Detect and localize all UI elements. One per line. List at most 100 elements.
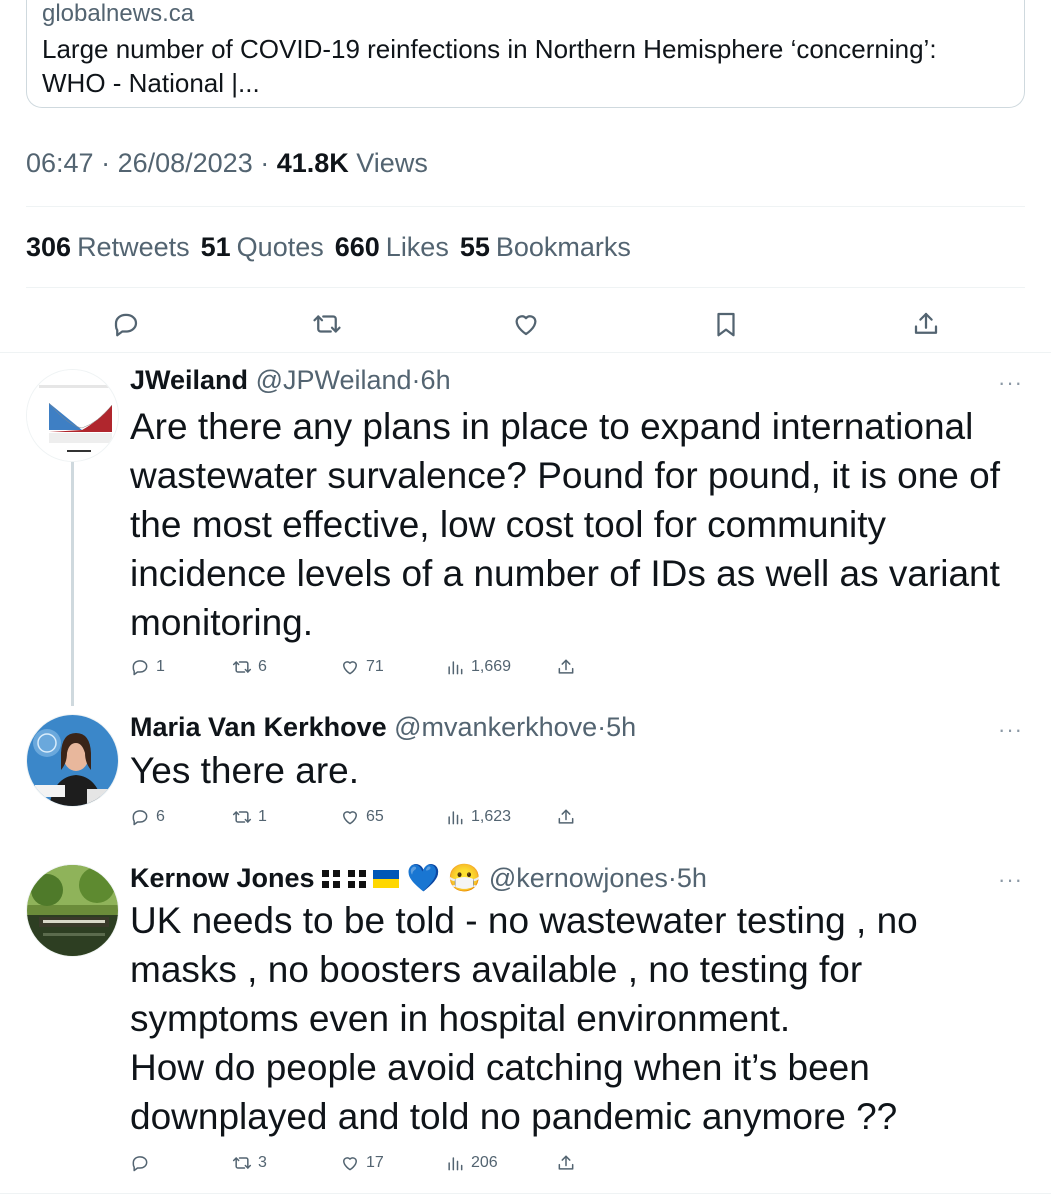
reply-header: Maria Van Kerkhove @mvankerkhove·5h — [130, 712, 636, 743]
views-button[interactable]: 1,623 — [445, 807, 511, 827]
user-handle[interactable]: @JPWeiland — [256, 365, 412, 395]
retweet-button[interactable]: 6 — [232, 657, 267, 677]
tweet-date[interactable]: 26/08/2023 — [118, 148, 253, 178]
retweets-label: Retweets — [77, 232, 190, 262]
like-icon — [343, 1157, 357, 1171]
reply-button[interactable]: 1 — [130, 657, 165, 677]
divider — [26, 206, 1025, 207]
display-name[interactable]: Kernow Jones — [130, 863, 315, 893]
views-count: 41.8K — [276, 148, 349, 178]
display-name[interactable]: Maria Van Kerkhove — [130, 712, 387, 742]
retweet-icon — [232, 1157, 252, 1169]
view-count: 1,623 — [471, 808, 512, 825]
like-count: 17 — [366, 1154, 384, 1171]
retweet-count: 6 — [258, 658, 267, 675]
reply-header: Kernow Jones 💙 😷 @kernowjones·5h — [130, 862, 707, 895]
views-icon — [448, 661, 463, 675]
reply-icon[interactable] — [111, 309, 141, 339]
quotes-count: 51 — [200, 232, 231, 262]
views-icon — [448, 1157, 463, 1171]
reply-time[interactable]: 5h — [677, 863, 707, 893]
more-options-icon[interactable]: ··· — [998, 717, 1023, 743]
reply-count: 1 — [156, 658, 165, 675]
like-button[interactable]: 17 — [340, 1153, 384, 1173]
cornwall-flag-icon — [322, 864, 341, 895]
share-button[interactable] — [556, 1153, 576, 1173]
like-count: 65 — [366, 808, 384, 825]
reply-count: 6 — [156, 808, 165, 825]
retweet-button[interactable]: 1 — [232, 807, 267, 827]
reply-text: UK needs to be told - no wastewater test… — [130, 900, 918, 1137]
user-handle[interactable]: @mvankerkhove — [394, 712, 597, 742]
view-count: 206 — [471, 1154, 498, 1171]
retweet-button[interactable]: 3 — [232, 1153, 267, 1173]
divider — [0, 1193, 1051, 1194]
share-icon — [558, 809, 574, 824]
engagement-stats: 306 Retweets 51 Quotes 660 Likes 55 Bookmark… — [26, 232, 631, 263]
views-button[interactable]: 206 — [445, 1153, 498, 1173]
retweet-icon — [232, 661, 252, 673]
bookmarks-stat[interactable]: 55 Bookmarks — [460, 232, 631, 263]
display-name[interactable]: JWeiland — [130, 365, 248, 395]
share-icon[interactable] — [911, 309, 941, 339]
meta-separator: · — [93, 148, 118, 178]
tweet-action-bar — [0, 309, 1051, 341]
bookmarks-label: Bookmarks — [495, 232, 631, 262]
link-domain: globalnews.ca — [42, 0, 195, 27]
reply-button[interactable] — [130, 1153, 156, 1173]
quotes-stat[interactable]: 51 Quotes — [201, 232, 324, 263]
reply-header: JWeiland @JPWeiland·6h — [130, 365, 451, 396]
view-count: 1,669 — [471, 658, 512, 675]
views-icon — [448, 811, 463, 825]
share-button[interactable] — [556, 807, 576, 827]
like-count: 71 — [366, 658, 384, 675]
reply-icon — [132, 660, 148, 676]
separator-dot: · — [667, 863, 677, 893]
views-label: Views — [348, 148, 428, 178]
share-button[interactable] — [556, 657, 576, 677]
share-icon — [558, 1155, 574, 1170]
avatar[interactable] — [26, 369, 119, 462]
separator-dot: · — [411, 365, 421, 395]
like-button[interactable]: 71 — [340, 657, 384, 677]
likes-label: Likes — [385, 232, 449, 262]
link-preview-card[interactable]: globalnews.ca Large number of COVID-19 r… — [26, 0, 1025, 108]
retweets-count: 306 — [26, 232, 72, 262]
quotes-label: Quotes — [236, 232, 324, 262]
retweet-count: 1 — [258, 808, 267, 825]
reply-action-bar: 1 6 71 1,669 — [130, 657, 590, 681]
retweet-icon[interactable] — [312, 309, 342, 339]
reply-icon — [132, 1156, 148, 1172]
bookmarks-count: 55 — [459, 232, 490, 262]
reply-text: Are there any plans in place to expand i… — [130, 406, 1001, 643]
like-icon — [343, 811, 357, 825]
bookmark-icon[interactable] — [711, 309, 741, 339]
reply-time[interactable]: 6h — [421, 365, 451, 395]
reply-button[interactable]: 6 — [130, 807, 165, 827]
divider — [26, 287, 1025, 288]
user-handle[interactable]: @kernowjones — [489, 863, 668, 893]
retweets-stat[interactable]: 306 Retweets — [26, 232, 190, 263]
separator-dot: · — [597, 712, 607, 742]
views-button[interactable]: 1,669 — [445, 657, 511, 677]
like-button[interactable]: 65 — [340, 807, 384, 827]
reply-tweet[interactable]: Kernow Jones 💙 😷 @kernowjones·5h ··· UK … — [0, 850, 1051, 1190]
reply-tweet[interactable]: JWeiland @JPWeiland·6h ··· Are there any… — [0, 352, 1051, 692]
like-icon[interactable] — [511, 309, 541, 339]
reply-action-bar: 6 1 65 1,623 — [130, 807, 590, 831]
tweet-time[interactable]: 06:47 — [26, 148, 94, 178]
more-options-icon[interactable]: ··· — [998, 370, 1023, 396]
ukraine-flag-icon — [373, 864, 400, 895]
reply-tweet[interactable]: Maria Van Kerkhove @mvankerkhove·5h ··· … — [0, 700, 1051, 840]
like-icon — [343, 661, 357, 675]
tweet-meta: 06:47 · 26/08/2023 · 41.8K Views — [26, 148, 428, 179]
reply-time[interactable]: 5h — [606, 712, 636, 742]
likes-count: 660 — [334, 232, 380, 262]
avatar[interactable] — [26, 714, 119, 807]
profile-photo — [27, 715, 118, 806]
more-options-icon[interactable]: ··· — [998, 867, 1023, 893]
avatar[interactable] — [26, 864, 119, 957]
emoji-text: 💙 😷 — [406, 863, 482, 893]
reply-text: Yes there are. — [130, 750, 360, 791]
likes-stat[interactable]: 660 Likes — [335, 232, 449, 263]
